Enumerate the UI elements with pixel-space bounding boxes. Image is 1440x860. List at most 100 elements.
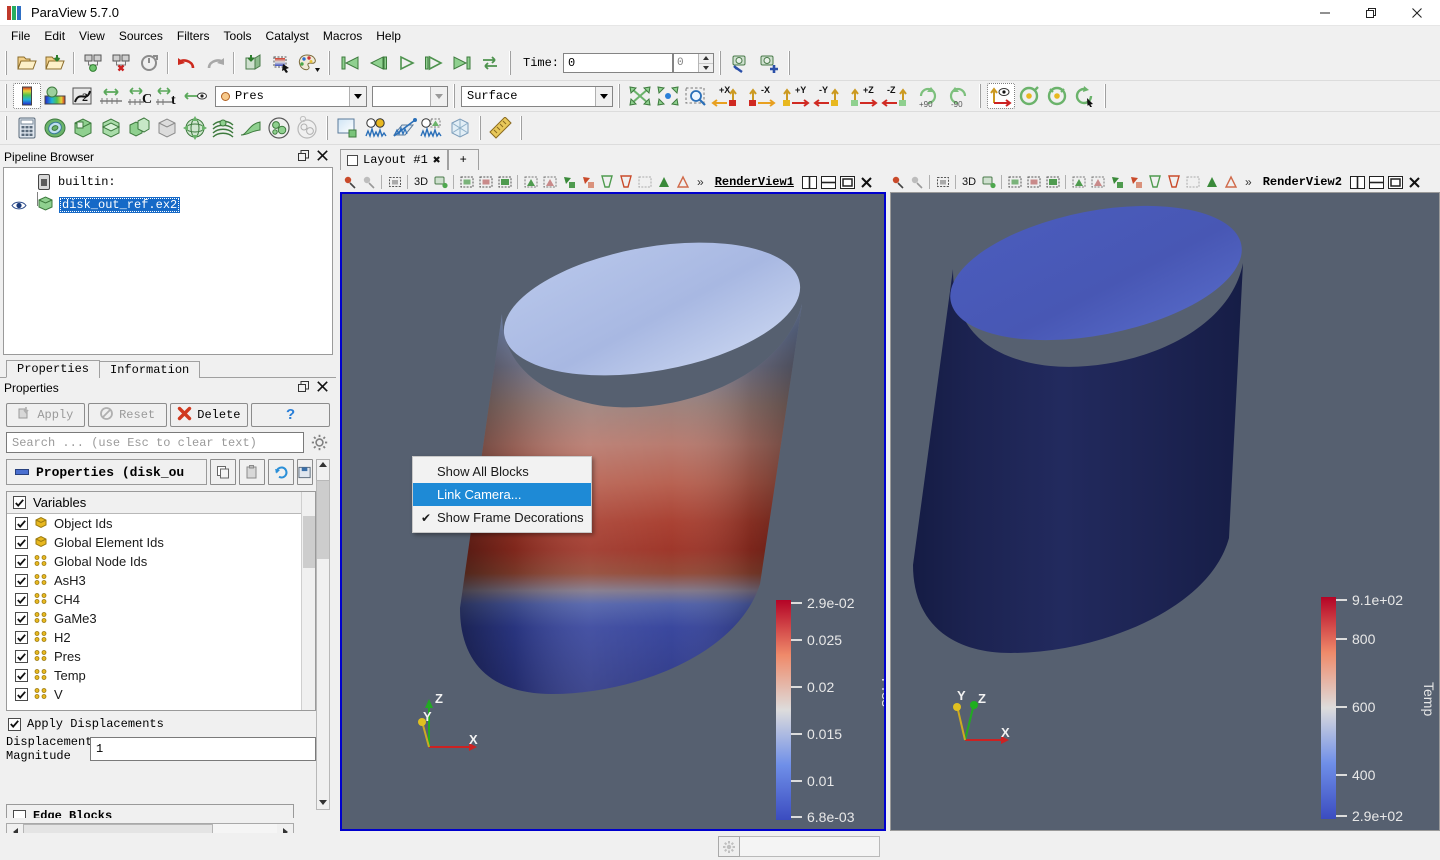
variable-checkbox[interactable] <box>15 631 28 644</box>
toolbar-grip[interactable] <box>786 51 794 75</box>
view-context-menu[interactable]: Show All Blocks Link Camera... ✔ Show Fr… <box>412 456 592 533</box>
tab-layout-1[interactable]: Layout #1 ✖ <box>340 149 448 170</box>
menu-edit[interactable]: Edit <box>37 27 72 45</box>
contour-icon[interactable] <box>41 115 69 141</box>
pipeline-tree[interactable]: builtin: disk_out_ref.ex2 <box>3 167 333 355</box>
split-vertical-icon[interactable] <box>1367 173 1386 192</box>
stream-tracer-icon[interactable] <box>209 115 237 141</box>
variables-scrollbar[interactable] <box>301 492 315 710</box>
minus-z-icon[interactable]: -Z <box>880 83 914 109</box>
calculator-icon[interactable] <box>13 115 41 141</box>
color-palette-icon[interactable] <box>295 50 323 76</box>
context-menu-item-link-camera[interactable]: Link Camera... <box>413 483 591 506</box>
close-icon[interactable] <box>317 150 328 164</box>
variables-group-header[interactable]: Variables <box>7 492 315 514</box>
camera-undo-icon[interactable] <box>385 173 404 192</box>
variable-checkbox[interactable] <box>15 536 28 549</box>
variable-checkbox[interactable] <box>15 650 28 663</box>
play-icon[interactable] <box>392 50 420 76</box>
reset-center-icon[interactable] <box>1043 83 1071 109</box>
open-file-icon[interactable] <box>13 50 41 76</box>
variable-row-ash3[interactable]: AsH3 <box>7 571 315 590</box>
apply-displacements-row[interactable]: Apply Displacements <box>0 711 336 731</box>
camera-link-icon[interactable] <box>979 173 998 192</box>
close-icon[interactable] <box>317 381 328 395</box>
array-combo[interactable]: Pres <box>215 85 367 107</box>
split-horizontal-icon[interactable] <box>1348 173 1367 192</box>
first-frame-icon[interactable] <box>336 50 364 76</box>
reset-camera-icon[interactable] <box>626 83 654 109</box>
frame-spin-buttons[interactable] <box>698 54 714 72</box>
split-horizontal-icon[interactable] <box>800 173 819 192</box>
plot-selection-over-time-icon[interactable] <box>418 115 446 141</box>
representation-combo[interactable]: Surface <box>461 85 613 107</box>
ruler-icon[interactable] <box>487 115 515 141</box>
interactive-select-cells-icon[interactable] <box>359 173 378 192</box>
save-as-defaults-icon[interactable] <box>297 459 313 485</box>
zoom-closest-icon[interactable] <box>635 173 654 192</box>
zoom-to-data-icon[interactable] <box>654 83 682 109</box>
undo-camera-icon[interactable] <box>239 50 267 76</box>
select-block-icon[interactable] <box>540 173 559 192</box>
toolbar-grip[interactable] <box>616 84 623 108</box>
close-view-icon[interactable] <box>1405 173 1424 192</box>
next-frame-icon[interactable] <box>420 50 448 76</box>
select-polygon-points-icon[interactable] <box>1221 173 1240 192</box>
toolbar-grip[interactable] <box>3 51 10 75</box>
select-polygon-cells-icon[interactable] <box>1202 173 1221 192</box>
select-cells-through-icon[interactable] <box>495 173 514 192</box>
toolbar-grip[interactable] <box>3 116 10 140</box>
variable-checkbox[interactable] <box>15 669 28 682</box>
python-shell-icon[interactable] <box>718 836 740 857</box>
toolbar-grip[interactable] <box>3 84 10 108</box>
renderview2-title[interactable]: RenderView2 <box>1263 175 1342 189</box>
view-toolbar-overflow-chevron[interactable]: » <box>697 175 704 189</box>
tab-properties[interactable]: Properties <box>6 360 101 378</box>
restore-defaults-icon[interactable] <box>268 459 294 485</box>
context-menu-item-show-all-blocks[interactable]: Show All Blocks <box>413 460 591 483</box>
add-layout-tab[interactable]: + <box>447 149 479 170</box>
camera-undo-icon[interactable] <box>933 173 952 192</box>
select-frustum-points-icon[interactable] <box>616 173 635 192</box>
close-view-icon[interactable] <box>857 173 876 192</box>
menu-view[interactable]: View <box>72 27 112 45</box>
reset-session-icon[interactable] <box>135 50 163 76</box>
extract-level-icon[interactable] <box>293 115 321 141</box>
chevron-down-icon[interactable] <box>349 86 366 106</box>
variable-row-ch4[interactable]: CH4 <box>7 590 315 609</box>
toolbar-grip[interactable] <box>717 51 725 75</box>
previous-frame-icon[interactable] <box>364 50 392 76</box>
interactive-select-cells-icon[interactable] <box>907 173 926 192</box>
toolbar-grip[interactable] <box>1102 84 1109 108</box>
rotation-center-icon[interactable] <box>1071 83 1099 109</box>
rescale-to-data-range-icon[interactable]: 2 <box>69 83 97 109</box>
render-view-2[interactable]: X Z Y 9.1e+02 800 600 400 2.9e+02 Temp <box>890 192 1440 831</box>
time-input[interactable]: 0 <box>563 53 674 73</box>
variable-row-h2[interactable]: H2 <box>7 628 315 647</box>
variable-row-global-element-ids[interactable]: Global Element Ids <box>7 533 315 552</box>
adjust-camera-icon[interactable] <box>727 50 755 76</box>
pipeline-item-disk-out-ref[interactable]: disk_out_ref.ex2 <box>4 195 332 215</box>
split-vertical-icon[interactable] <box>819 173 838 192</box>
variable-row-v[interactable]: V <box>7 685 315 704</box>
maximize-button[interactable] <box>1348 0 1394 26</box>
toggle-color-legend-icon[interactable] <box>13 83 41 109</box>
loop-icon[interactable] <box>476 50 504 76</box>
scalar-bar-2[interactable]: 9.1e+02 800 600 400 2.9e+02 Temp <box>1321 592 1439 824</box>
eye-icon[interactable] <box>10 200 28 211</box>
redo-icon[interactable] <box>201 50 229 76</box>
edge-blocks-checkbox[interactable] <box>13 809 26 818</box>
plot-data-icon[interactable] <box>446 115 474 141</box>
variable-checkbox[interactable] <box>15 688 28 701</box>
edge-blocks-section-header[interactable]: Edge Blocks <box>6 804 294 818</box>
menu-macros[interactable]: Macros <box>316 27 369 45</box>
array-component-combo[interactable] <box>372 85 448 107</box>
select-block-icon[interactable] <box>1088 173 1107 192</box>
add-camera-icon[interactable] <box>755 50 783 76</box>
redo-camera-icon[interactable] <box>267 50 295 76</box>
properties-vertical-scrollbar[interactable] <box>316 480 330 810</box>
clip-icon[interactable] <box>69 115 97 141</box>
scalar-bar-1[interactable]: 2.9e-02 0.025 0.02 0.015 0.01 6.8e-03 Pr… <box>776 595 884 825</box>
undock-icon[interactable] <box>298 150 309 164</box>
variable-row-temp[interactable]: Temp <box>7 666 315 685</box>
